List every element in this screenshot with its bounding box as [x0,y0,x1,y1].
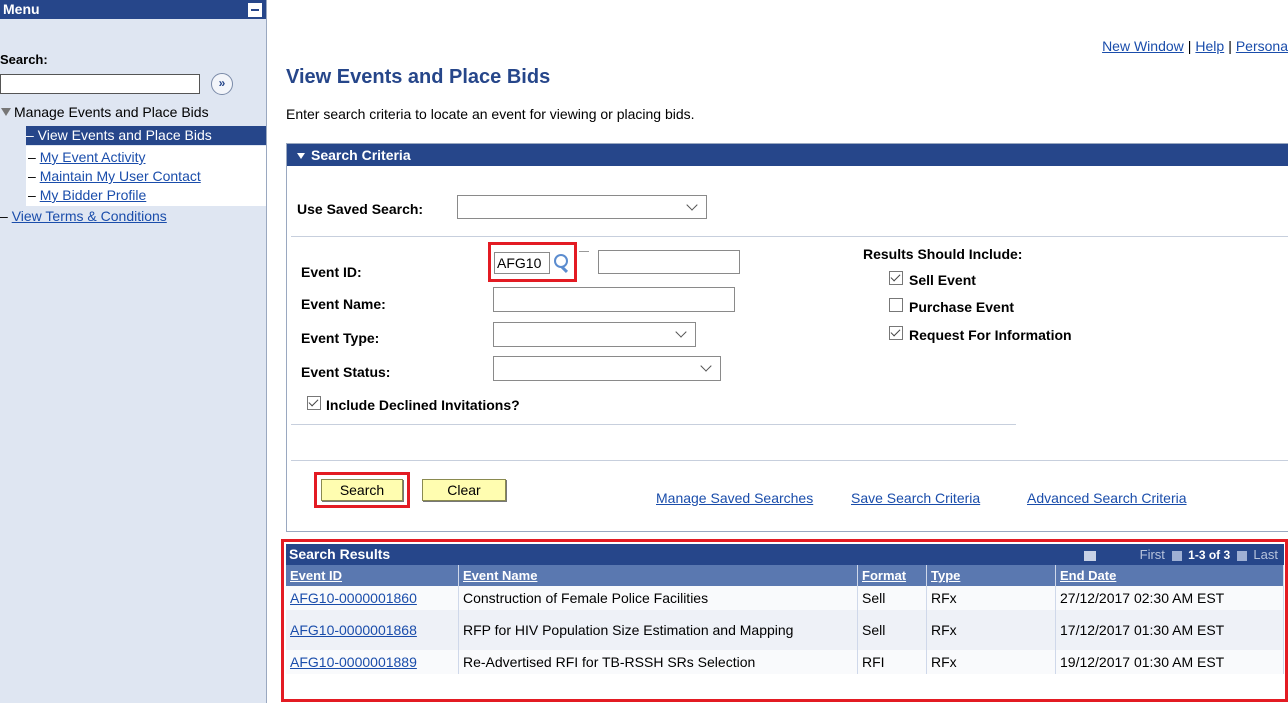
manage-saved-searches-link[interactable]: Manage Saved Searches [656,490,813,506]
search-criteria-title: Search Criteria [311,147,411,163]
collapse-icon[interactable] [248,3,262,17]
collapse-triangle-icon [297,153,305,160]
divider [291,424,1016,425]
purchase-event-checkbox[interactable] [889,298,903,312]
purchase-event-label: Purchase Event [909,299,1015,315]
event-status-label: Event Status: [301,364,391,380]
menu-item-my-event-activity[interactable]: – My Event Activity [28,149,146,165]
rfi-checkbox[interactable] [889,326,903,340]
page-instructions: Enter search criteria to locate an event… [286,106,695,122]
event-status-select[interactable] [493,356,721,381]
divider [291,236,1288,237]
event-name-label: Event Name: [301,296,386,312]
sell-event-checkbox[interactable] [889,271,903,285]
saved-search-select[interactable] [457,195,707,219]
menu-item-label[interactable]: My Bidder Profile [40,187,147,203]
event-id-highlight [488,242,577,282]
menu-item-label[interactable]: Maintain My User Contact [40,168,201,184]
include-declined-label: Include Declined Invitations? [326,397,520,413]
range-dash [579,251,589,252]
help-link[interactable]: Help [1195,38,1224,54]
menu-search-label: Search: [0,52,48,67]
page-title: View Events and Place Bids [286,66,551,88]
saved-search-label: Use Saved Search: [297,201,424,217]
include-declined-checkbox[interactable] [307,396,321,410]
menu-item-label[interactable]: My Event Activity [40,149,146,165]
sell-event-label: Sell Event [909,272,976,288]
personalize-link[interactable]: Persona [1236,38,1288,54]
menu-item-terms[interactable]: – View Terms & Conditions [0,208,167,224]
results-include-label: Results Should Include: [863,246,1023,262]
search-go-icon[interactable]: » [211,73,233,95]
event-id-to-input[interactable] [598,250,740,274]
top-links: New Window | Help | Persona [1102,38,1288,54]
clear-button[interactable]: Clear [422,479,506,501]
event-id-label: Event ID: [301,264,362,280]
advanced-search-link[interactable]: Advanced Search Criteria [1027,490,1187,506]
divider [291,460,1288,461]
left-menu: Menu Search: » Manage Events and Place B… [0,0,267,703]
event-name-input[interactable] [493,287,735,312]
search-criteria-panel: Search Criteria Use Saved Search: Event … [286,143,1288,532]
menu-item-view-events[interactable]: – View Events and Place Bids [26,126,266,145]
search-results-highlight [281,539,1288,702]
expand-triangle-icon [1,108,11,116]
menu-folder-manage-events[interactable]: Manage Events and Place Bids [0,104,209,120]
menu-item-bidder-profile[interactable]: – My Bidder Profile [28,187,146,203]
rfi-label: Request For Information [909,327,1072,343]
menu-header: Menu [0,0,266,19]
menu-search-input[interactable] [0,74,200,94]
save-search-criteria-link[interactable]: Save Search Criteria [851,490,980,506]
event-type-select[interactable] [493,322,696,347]
search-criteria-header[interactable]: Search Criteria [287,144,1288,166]
menu-folder-label: Manage Events and Place Bids [14,104,209,120]
new-window-link[interactable]: New Window [1102,38,1184,54]
menu-title: Menu [3,1,40,17]
search-button-highlight [314,472,410,508]
event-type-label: Event Type: [301,330,380,346]
menu-item-label[interactable]: View Terms & Conditions [12,208,167,224]
menu-item-maintain-contact[interactable]: – Maintain My User Contact [28,168,201,184]
